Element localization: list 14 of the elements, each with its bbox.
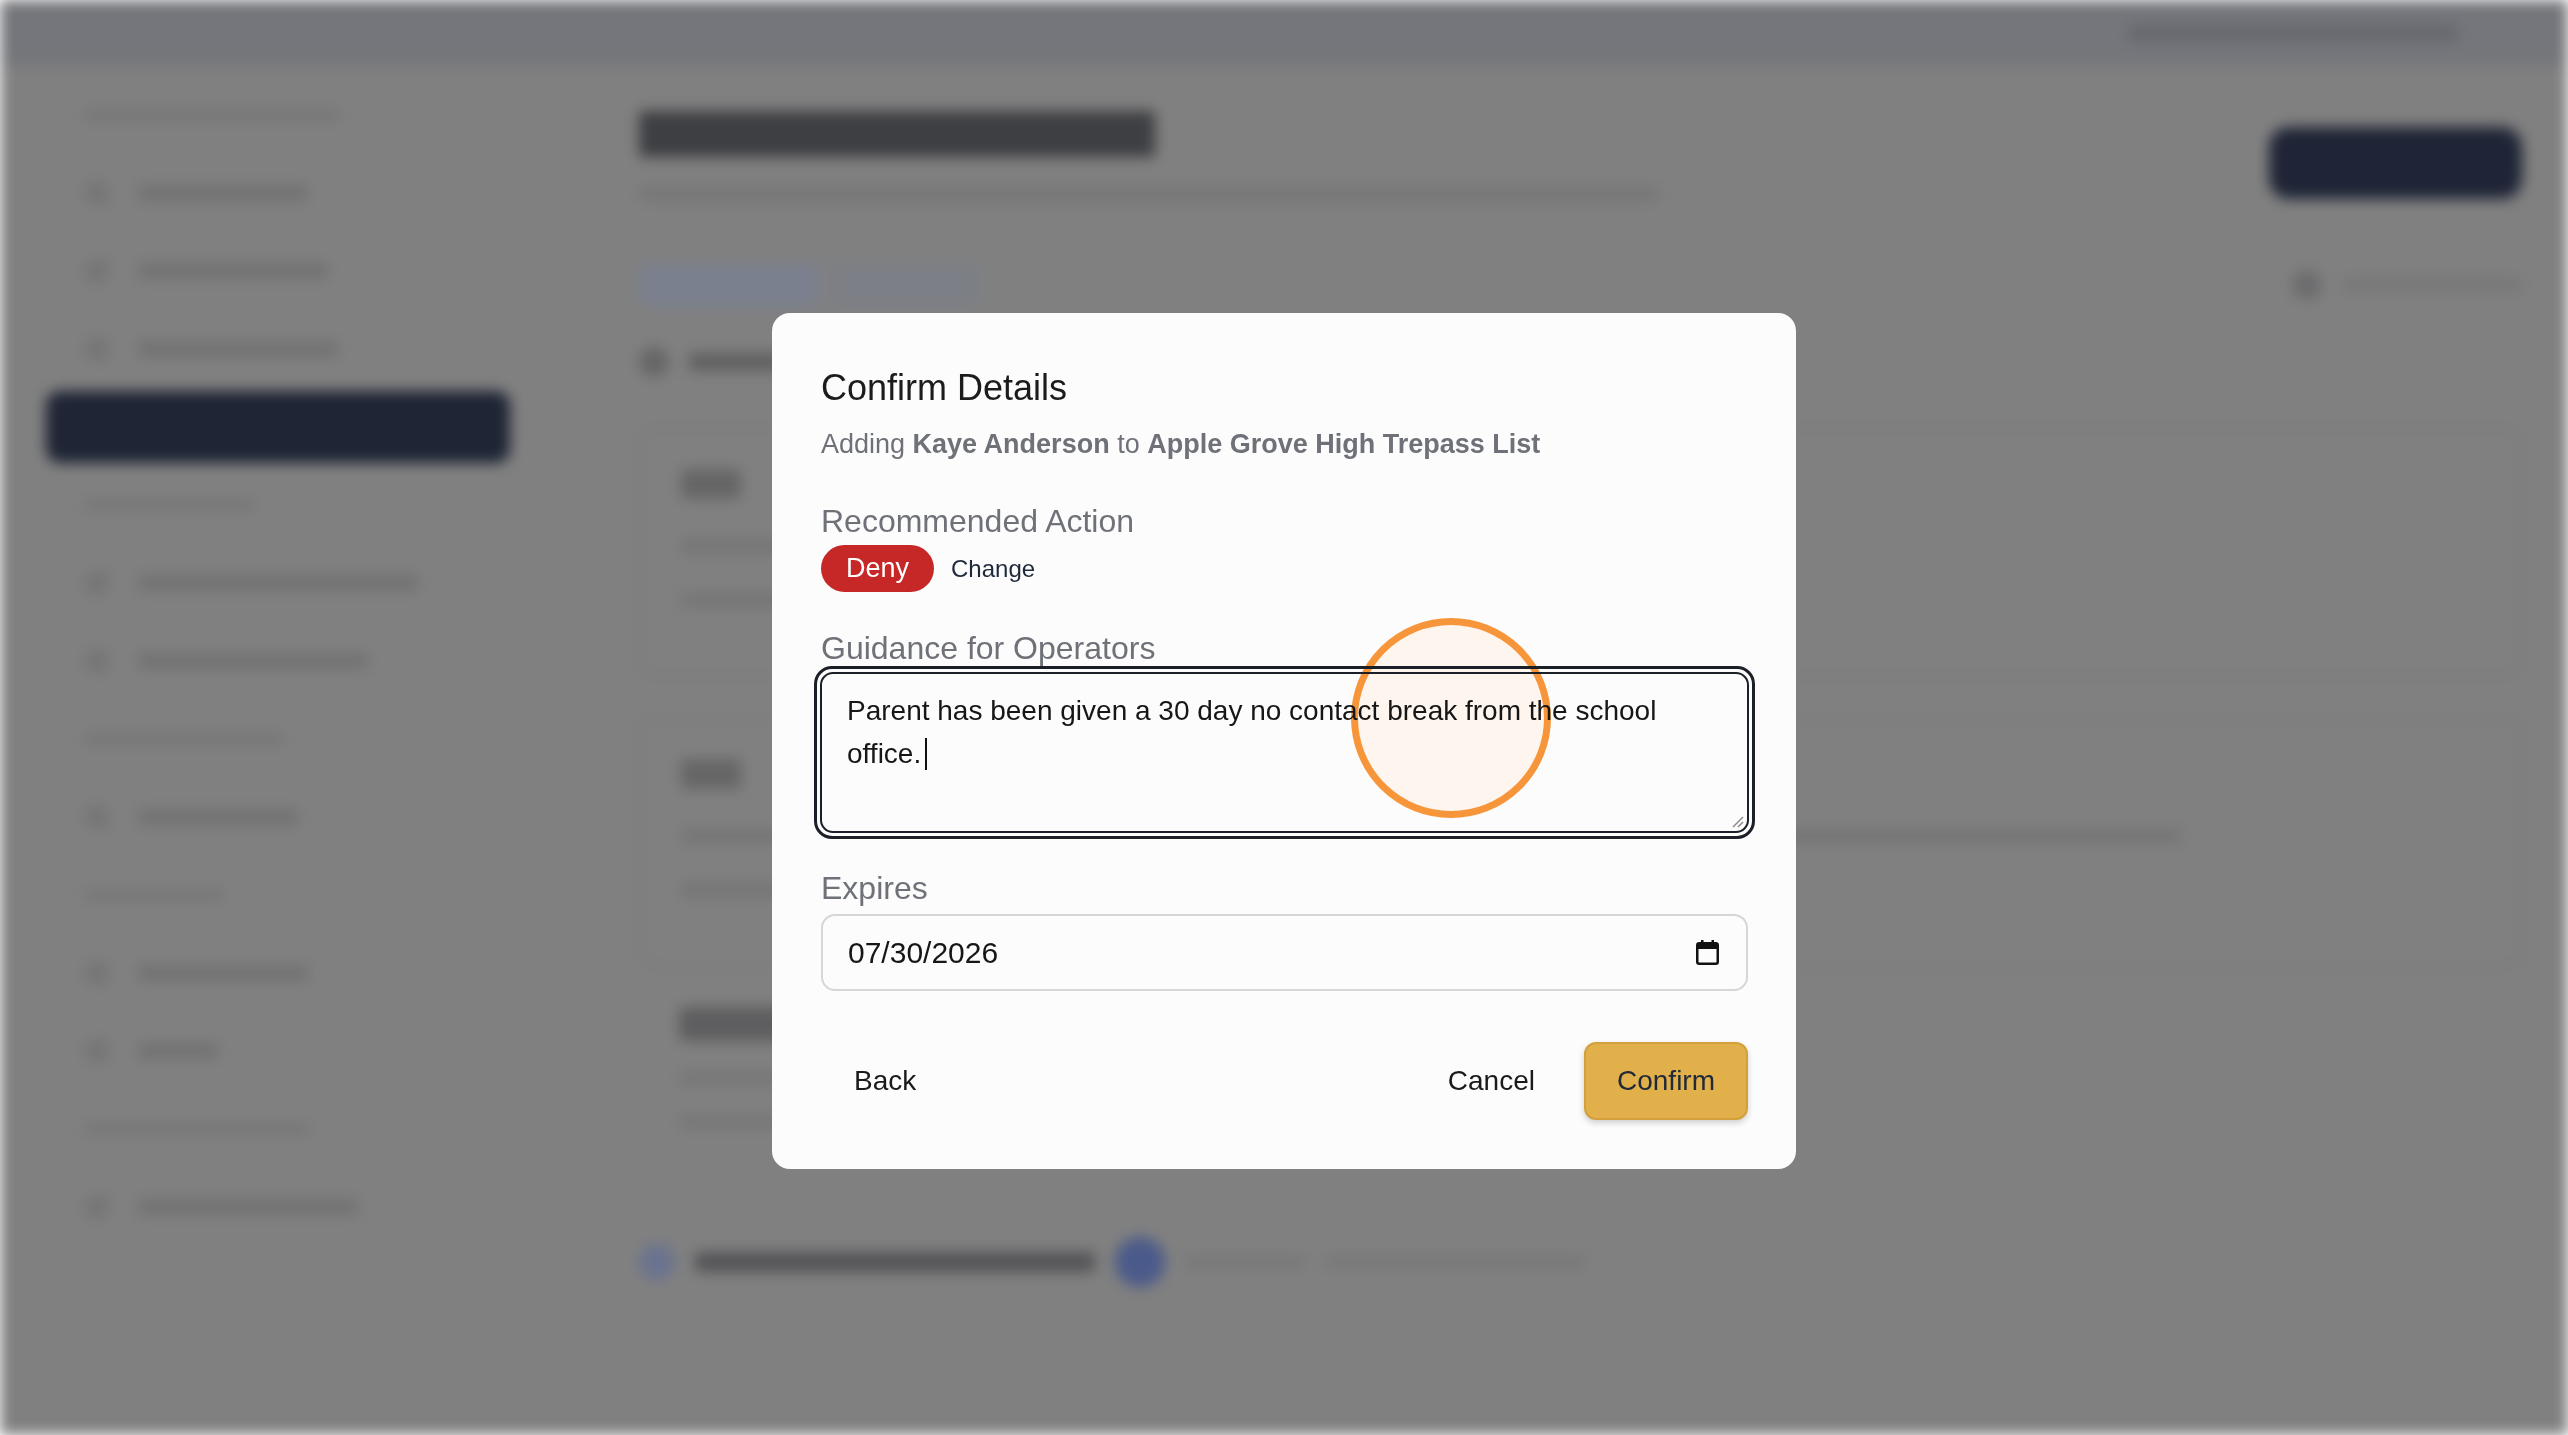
resize-handle-icon[interactable] bbox=[1731, 815, 1744, 828]
text-cursor bbox=[925, 737, 928, 770]
dialog-title: Confirm Details bbox=[821, 366, 1068, 410]
field-label: Guidance for Operators bbox=[821, 629, 1156, 668]
deny-badge: Deny bbox=[821, 545, 935, 592]
calendar-icon[interactable] bbox=[1696, 940, 1719, 965]
change-link[interactable]: Change bbox=[951, 553, 1036, 584]
text-button[interactable]: Cancel bbox=[1423, 1042, 1559, 1120]
dialog-subtitle: Adding Kaye Anderson to Apple Grove High Trepass List bbox=[821, 428, 1541, 461]
text-button[interactable]: Back bbox=[830, 1042, 941, 1120]
confirm-button[interactable]: Confirm bbox=[1584, 1042, 1748, 1120]
expires-date-field[interactable]: 07/30/2026 bbox=[821, 914, 1748, 991]
field-label: Recommended Action bbox=[821, 502, 1135, 541]
field-label: Expires bbox=[821, 869, 928, 908]
